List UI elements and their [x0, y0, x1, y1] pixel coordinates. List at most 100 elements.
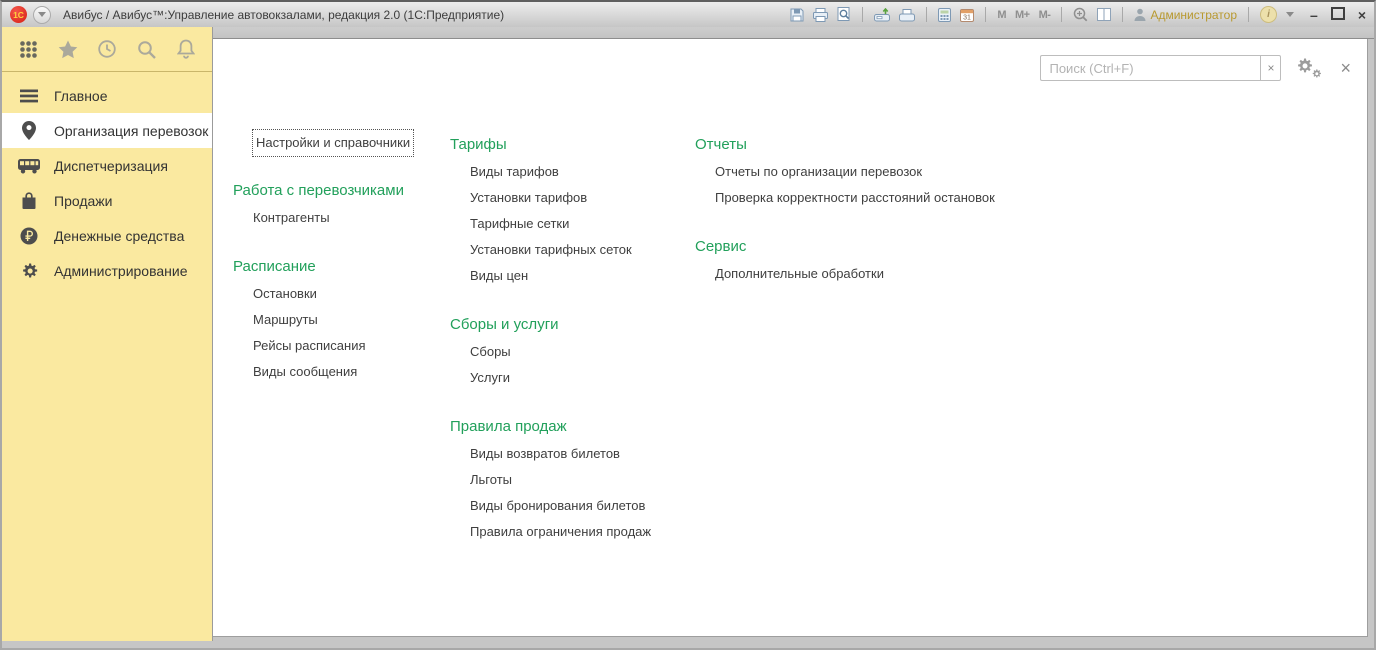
sidebar-item-label: Главное [54, 88, 108, 104]
apps-icon[interactable] [17, 38, 39, 60]
menu-link[interactable]: Тарифные сетки [470, 212, 569, 236]
zoom-icon[interactable] [1073, 6, 1088, 24]
calculator-icon[interactable] [938, 6, 951, 24]
menu-link[interactable]: Установки тарифных сеток [470, 238, 632, 262]
menu-link[interactable]: Рейсы расписания [253, 334, 366, 358]
group-header: Сервис [695, 232, 995, 262]
close-window-button[interactable]: × [1358, 8, 1366, 22]
calendar-icon[interactable]: 31 [960, 6, 974, 24]
menu-link[interactable]: Виды бронирования билетов [470, 494, 645, 518]
sidebar-nav: Главное Организация перевозок Диспетчериза… [2, 78, 212, 288]
history-icon[interactable] [96, 38, 118, 60]
split-window-icon[interactable] [1097, 6, 1111, 24]
menu-link[interactable]: Виды цен [470, 264, 528, 288]
menu-link-row: Маршруты [233, 308, 413, 334]
user-menu-button[interactable]: Администратор [1134, 6, 1237, 24]
menu-link-row: Виды цен [450, 264, 651, 290]
sidebar-item-sales[interactable]: Продажи [2, 183, 212, 218]
menu-column-2: ТарифыВиды тарифовУстановки тарифовТариф… [450, 130, 651, 546]
menu-link-row: Рейсы расписания [233, 334, 413, 360]
bus-icon [17, 158, 41, 174]
menu-link-row: Проверка корректности расстояний останов… [695, 186, 995, 212]
gear-icon [17, 262, 41, 279]
menu-link[interactable]: Правила ограничения продаж [470, 520, 651, 544]
menu-link-row: Контрагенты [233, 206, 413, 232]
maximize-button[interactable] [1331, 7, 1345, 22]
system-menu-button[interactable] [33, 6, 51, 24]
menu-link[interactable]: Отчеты по организации перевозок [715, 160, 922, 184]
sidebar-item-dispatching[interactable]: Диспетчеризация [2, 148, 212, 183]
separator [926, 7, 927, 22]
sidebar-item-main[interactable]: Главное [2, 78, 212, 113]
sidebar-item-label: Продажи [54, 193, 112, 209]
bag-icon [17, 191, 41, 210]
menu-group: РасписаниеОстановкиМаршрутыРейсы расписа… [233, 252, 413, 386]
menu-link-row: Правила ограничения продаж [450, 520, 651, 546]
menu-link-row: Льготы [450, 468, 651, 494]
sidebar-item-label: Администрирование [54, 263, 188, 279]
memory-minus-button[interactable]: M- [1039, 6, 1051, 24]
menu-link[interactable]: Контрагенты [253, 206, 330, 230]
menu-link[interactable]: Виды тарифов [470, 160, 559, 184]
save-icon[interactable] [790, 6, 804, 24]
menu-link[interactable]: Услуги [470, 366, 510, 390]
menu-link-row: Настройки и справочники [233, 130, 413, 156]
window-controls: – × [1310, 7, 1366, 22]
info-button[interactable]: i [1260, 6, 1277, 24]
menu-group: Работа с перевозчикамиКонтрагенты [233, 176, 413, 232]
menu-link[interactable]: Маршруты [253, 308, 318, 332]
group-header: Сборы и услуги [450, 310, 651, 340]
separator [1122, 7, 1123, 22]
menu-link[interactable]: Настройки и справочники [253, 130, 413, 156]
menu-link[interactable]: Дополнительные обработки [715, 262, 884, 286]
sidebar-item-administration[interactable]: Администрирование [2, 253, 212, 288]
separator [985, 7, 986, 22]
sidebar: Главное Организация перевозок Диспетчериза… [2, 27, 213, 641]
menu-link[interactable]: Остановки [253, 282, 317, 306]
memory-plus-button[interactable]: M+ [1015, 6, 1030, 24]
print-device-icon[interactable] [899, 6, 915, 24]
separator [1248, 7, 1249, 22]
sidebar-item-label: Диспетчеризация [54, 158, 168, 174]
menu-group: Правила продажВиды возвратов билетовЛьго… [450, 412, 651, 546]
menu-link[interactable]: Льготы [470, 468, 512, 492]
sidebar-item-transport-org[interactable]: Организация перевозок [2, 113, 212, 148]
titlebar-toolbar: 31 M M+ M- Администратор i [790, 6, 1294, 24]
menu-link-row: Тарифные сетки [450, 212, 651, 238]
sidebar-item-money[interactable]: Денежные средства [2, 218, 212, 253]
titlebar-dropdown-button[interactable] [1286, 6, 1294, 24]
menu-link-row: Услуги [450, 366, 651, 392]
menu-link-row: Установки тарифных сеток [450, 238, 651, 264]
menu-link[interactable]: Виды сообщения [253, 360, 357, 384]
menu-link[interactable]: Сборы [470, 340, 511, 364]
minimize-button[interactable]: – [1310, 8, 1318, 22]
menu-link-row: Дополнительные обработки [695, 262, 995, 288]
chevron-down-icon [38, 12, 46, 17]
group-header: Правила продаж [450, 412, 651, 442]
star-icon[interactable] [57, 38, 79, 60]
print-icon[interactable] [813, 6, 828, 24]
menu-icon [17, 89, 41, 103]
print-preview-icon[interactable] [837, 6, 851, 24]
pin-icon [17, 121, 41, 140]
memory-button[interactable]: M [997, 6, 1006, 24]
group-header: Отчеты [695, 130, 995, 160]
app-window: 1С Авибус / Авибус™:Управление автовокза… [0, 0, 1376, 650]
menu-group: ТарифыВиды тарифовУстановки тарифовТариф… [450, 130, 651, 290]
svg-text:31: 31 [963, 14, 971, 21]
sidebar-panelbar [2, 27, 212, 72]
load-data-icon[interactable] [874, 6, 890, 24]
menu-link[interactable]: Виды возвратов билетов [470, 442, 620, 466]
group-header: Работа с перевозчиками [233, 176, 413, 206]
menu-link-row: Отчеты по организации перевозок [695, 160, 995, 186]
menu-link-row: Остановки [233, 282, 413, 308]
menu-group: Сборы и услугиСборыУслуги [450, 310, 651, 392]
search-icon[interactable] [136, 38, 158, 60]
bell-icon[interactable] [175, 38, 197, 60]
1c-logo-icon: 1С [10, 6, 27, 23]
menu-group: ОтчетыОтчеты по организации перевозокПро… [695, 130, 995, 212]
menu-link-row: Виды бронирования билетов [450, 494, 651, 520]
menu-link[interactable]: Проверка корректности расстояний останов… [715, 186, 995, 210]
sidebar-item-label: Денежные средства [54, 228, 184, 244]
menu-link[interactable]: Установки тарифов [470, 186, 587, 210]
